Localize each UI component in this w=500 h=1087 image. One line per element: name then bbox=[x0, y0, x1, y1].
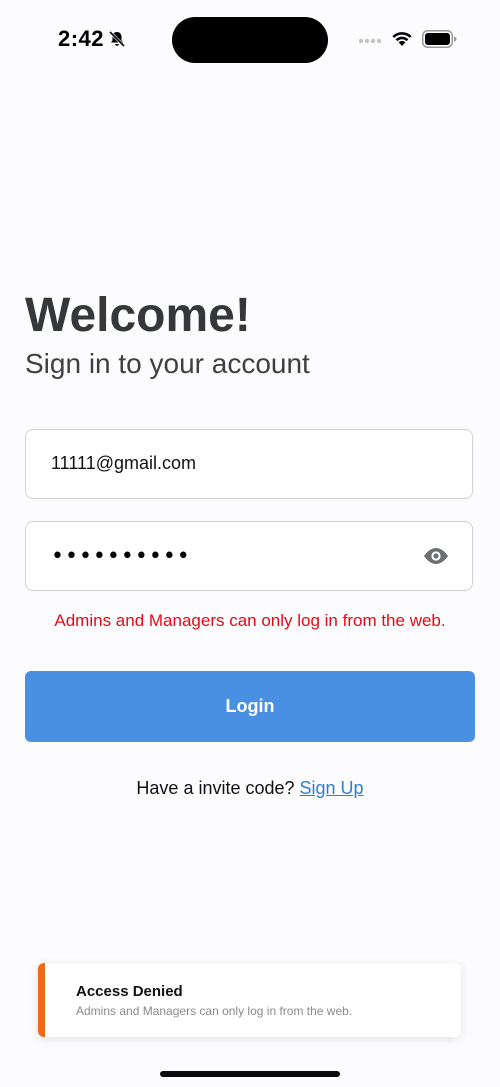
error-message: Admins and Managers can only log in from… bbox=[54, 611, 446, 630]
invite-line: Have a invite code? Sign Up bbox=[0, 778, 500, 799]
bell-off-icon bbox=[108, 30, 126, 48]
page-title: Welcome! bbox=[25, 289, 251, 342]
password-field[interactable]: •••••••••• bbox=[25, 521, 473, 591]
invite-prompt: Have a invite code? bbox=[136, 778, 300, 798]
battery-icon bbox=[422, 30, 457, 48]
login-button[interactable]: Login bbox=[25, 671, 475, 742]
wifi-icon bbox=[392, 32, 412, 46]
eye-icon[interactable] bbox=[421, 545, 451, 567]
signal-dots-icon bbox=[358, 38, 382, 44]
password-input[interactable]: •••••••••• bbox=[51, 544, 191, 569]
home-indicator[interactable] bbox=[160, 1071, 340, 1077]
page-subtitle: Sign in to your account bbox=[25, 348, 310, 379]
dynamic-island bbox=[172, 17, 328, 63]
toast-notification[interactable]: Access Denied Admins and Managers can on… bbox=[38, 963, 461, 1037]
email-field[interactable] bbox=[25, 429, 473, 499]
toast-accent-bar bbox=[38, 963, 45, 1037]
status-bar: 2:42 bbox=[0, 0, 500, 80]
signup-link[interactable]: Sign Up bbox=[300, 778, 364, 798]
toast-title: Access Denied bbox=[76, 983, 183, 1000]
status-time: 2:42 bbox=[58, 26, 105, 51]
toast-message: Admins and Managers can only log in from… bbox=[76, 1004, 353, 1018]
email-input[interactable] bbox=[51, 430, 421, 497]
